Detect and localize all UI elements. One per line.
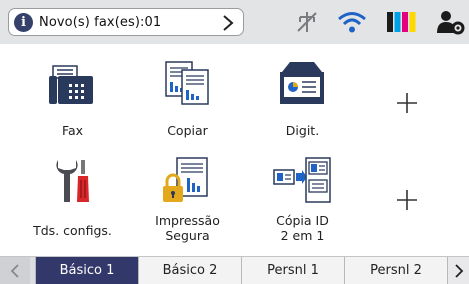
tab-basico-2[interactable]: Básico 2 [138, 257, 241, 284]
tab-scroll-right-button[interactable] [447, 257, 469, 284]
id-copy-icon [273, 157, 331, 203]
chevron-right-icon [454, 263, 463, 278]
tile-copy-label: Copiar [167, 123, 208, 138]
tab-label: Persnl 2 [370, 263, 422, 278]
tab-persnl-1[interactable]: Persnl 1 [241, 257, 344, 284]
tile-id-copy-label: Cópia ID [276, 213, 329, 228]
home-screen: i Novo(s) fax(es):01 Fax Copiar Digit. T… [0, 0, 469, 284]
copy-icon [165, 61, 209, 105]
tile-secure-print-label: Impressão [155, 213, 220, 228]
tile-all-settings-label: Tds. configs. [33, 223, 112, 238]
ink-level-icon[interactable] [386, 11, 416, 33]
tile-copy[interactable]: Copiar [129, 52, 246, 148]
tile-id-copy[interactable]: Cópia ID 2 em 1 [244, 150, 361, 254]
tile-secure-print-label-line2: Segura [165, 228, 210, 243]
tab-basico-1[interactable]: Básico 1 [35, 257, 138, 284]
info-icon: i [14, 12, 33, 32]
tab-label: Básico 1 [59, 263, 115, 278]
chevron-right-icon [223, 15, 234, 31]
fax-icon [49, 65, 93, 104]
tab-label: Básico 2 [162, 263, 218, 278]
tab-bar: Básico 1 Básico 2 Persnl 1 Persnl 2 [0, 256, 469, 284]
wifi-icon[interactable] [337, 11, 367, 33]
add-shortcut-icon[interactable] [396, 92, 418, 114]
tile-scan[interactable]: Digit. [244, 52, 361, 148]
notification-text: Novo(s) fax(es):01 [39, 14, 162, 30]
tile-id-copy-label-line2: 2 em 1 [280, 228, 325, 243]
status-bar: i Novo(s) fax(es):01 [0, 0, 469, 44]
add-shortcut-icon[interactable] [396, 189, 418, 211]
fax-notification-button[interactable]: i Novo(s) fax(es):01 [8, 8, 244, 36]
secure-print-icon [163, 157, 208, 202]
tab-scroll-left-button[interactable] [0, 257, 30, 284]
tile-fax[interactable]: Fax [14, 52, 131, 148]
tile-fax-label: Fax [61, 123, 84, 138]
tab-persnl-2[interactable]: Persnl 2 [344, 257, 447, 284]
tab-label: Persnl 1 [267, 263, 319, 278]
user-settings-icon[interactable] [435, 9, 465, 35]
scan-icon [280, 62, 324, 104]
tile-secure-print[interactable]: Impressão Segura [129, 150, 246, 254]
wired-lan-off-icon[interactable] [294, 11, 320, 33]
chevron-left-icon [10, 263, 19, 278]
tools-icon [56, 160, 89, 202]
tile-all-settings[interactable]: Tds. configs. [14, 150, 131, 254]
tile-scan-label: Digit. [285, 123, 320, 138]
